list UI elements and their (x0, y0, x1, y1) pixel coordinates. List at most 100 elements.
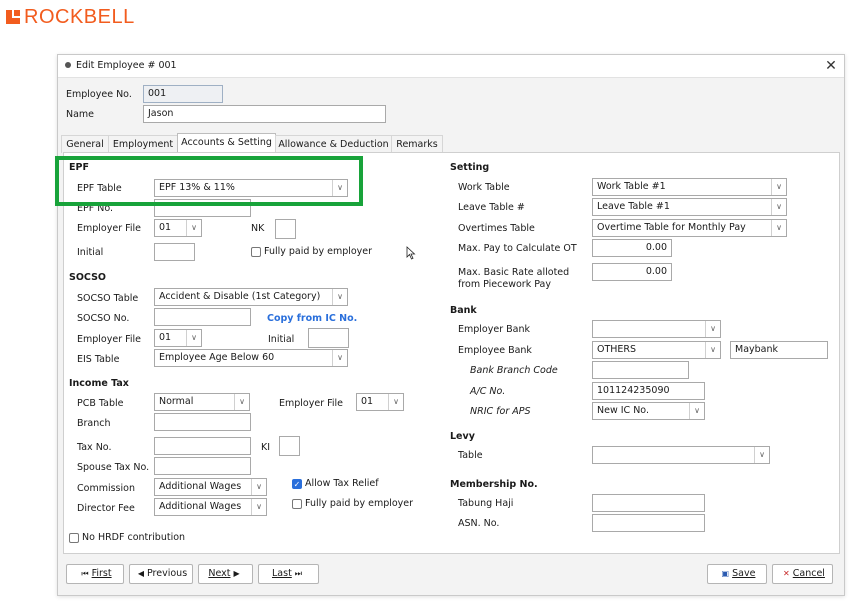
allow-tax-relief-checkbox[interactable]: ✓ (292, 479, 302, 489)
dialog-title: Edit Employee # 001 (76, 60, 177, 71)
pcb-table-label: PCB Table (77, 398, 124, 409)
employer-bank-label: Employer Bank (458, 324, 530, 335)
employee-no-field[interactable]: 001 (143, 85, 223, 103)
commission-dropdown[interactable]: Additional Wages ∨ (154, 478, 267, 496)
pcb-table-value: Normal (159, 396, 194, 407)
previous-icon: ◀ (137, 569, 144, 578)
tab-remarks[interactable]: Remarks (391, 135, 443, 153)
tax-no-field[interactable] (154, 437, 251, 455)
leave-table-dropdown[interactable]: Leave Table #1 ∨ (592, 198, 787, 216)
brand-logo-mark (6, 10, 20, 24)
chevron-down-icon: ∨ (186, 330, 201, 346)
next-button-label: Next (208, 568, 231, 579)
tax-employer-file-value: 01 (361, 396, 374, 407)
max-basic-rate-field[interactable]: 0.00 (592, 263, 672, 281)
socso-initial-field[interactable] (308, 328, 349, 348)
mouse-cursor-icon (406, 246, 416, 260)
employee-no-label: Employee No. (66, 89, 132, 100)
close-icon[interactable]: ✕ (822, 57, 840, 75)
spouse-tax-no-label: Spouse Tax No. (77, 462, 150, 473)
director-fee-dropdown[interactable]: Additional Wages ∨ (154, 498, 267, 516)
cancel-button-label: Cancel (792, 568, 825, 579)
ki-label: KI (261, 442, 271, 453)
branch-field[interactable] (154, 413, 251, 431)
overtimes-table-dropdown[interactable]: Overtime Table for Monthly Pay ∨ (592, 219, 787, 237)
nric-aps-label: NRIC for APS (470, 406, 531, 417)
name-field[interactable]: Jason (143, 105, 386, 123)
highlight-box (55, 156, 363, 206)
cancel-x-icon: ✕ (783, 569, 790, 578)
epf-employer-file-dropdown[interactable]: 01 ∨ (154, 219, 202, 237)
epf-initial-field[interactable] (154, 243, 195, 261)
epf-fully-paid-checkbox[interactable] (251, 247, 261, 257)
income-tax-heading: Income Tax (69, 378, 129, 389)
tax-employer-file-dropdown[interactable]: 01 ∨ (356, 393, 404, 411)
next-button[interactable]: Next ▶ (198, 564, 253, 584)
socso-heading: SOCSO (69, 272, 106, 283)
nric-aps-value: New IC No. (597, 405, 649, 416)
tax-fully-paid-checkbox[interactable] (292, 499, 302, 509)
tax-fully-paid-label: Fully paid by employer (305, 498, 414, 509)
floppy-disk-icon: ▣ (721, 569, 730, 578)
tab-allowance-deduction[interactable]: Allowance & Deduction (275, 135, 392, 153)
chevron-down-icon: ∨ (771, 179, 786, 195)
first-button[interactable]: ⏮ First (66, 564, 124, 584)
chevron-down-icon: ∨ (771, 199, 786, 215)
eis-table-label: EIS Table (77, 354, 120, 365)
tab-general[interactable]: General (61, 135, 109, 153)
socso-employer-file-value: 01 (159, 332, 172, 343)
epf-fully-paid-label: Fully paid by employer (264, 246, 373, 257)
epf-employer-file-value: 01 (159, 222, 172, 233)
eis-table-dropdown[interactable]: Employee Age Below 60 ∨ (154, 349, 348, 367)
commission-label: Commission (77, 483, 135, 494)
employer-bank-dropdown[interactable]: ∨ (592, 320, 721, 338)
pcb-table-dropdown[interactable]: Normal ∨ (154, 393, 250, 411)
tab-employment[interactable]: Employment (108, 135, 178, 153)
epf-initial-label: Initial (77, 247, 104, 258)
window-icon (65, 62, 71, 68)
employee-bank-dropdown[interactable]: OTHERS ∨ (592, 341, 721, 359)
levy-heading: Levy (450, 431, 475, 442)
chevron-down-icon: ∨ (705, 321, 720, 337)
membership-heading: Membership No. (450, 479, 538, 490)
bank-heading: Bank (450, 305, 477, 316)
tab-accounts-setting[interactable]: Accounts & Setting (177, 133, 276, 154)
overtimes-table-value: Overtime Table for Monthly Pay (597, 222, 746, 233)
employee-bank-value: OTHERS (597, 344, 637, 355)
ac-no-field[interactable]: 101124235090 (592, 382, 705, 400)
previous-button[interactable]: ◀ Previous (129, 564, 193, 584)
levy-table-dropdown[interactable]: ∨ (592, 446, 770, 464)
socso-employer-file-dropdown[interactable]: 01 ∨ (154, 329, 202, 347)
branch-label: Branch (77, 418, 111, 429)
ac-no-label: A/C No. (470, 386, 506, 397)
work-table-label: Work Table (458, 182, 510, 193)
save-button[interactable]: ▣ Save (707, 564, 767, 584)
leave-table-value: Leave Table #1 (597, 201, 670, 212)
employee-bank-label: Employee Bank (458, 345, 532, 356)
leave-table-label: Leave Table # (458, 202, 525, 213)
ki-field[interactable] (279, 436, 300, 456)
epf-nk-field[interactable] (275, 219, 296, 239)
no-hrdf-checkbox[interactable] (69, 533, 79, 543)
socso-table-dropdown[interactable]: Accident & Disable (1st Category) ∨ (154, 288, 348, 306)
cancel-button[interactable]: ✕ Cancel (772, 564, 833, 584)
tabung-haji-field[interactable] (592, 494, 705, 512)
employee-bank-name-field[interactable]: Maybank (730, 341, 828, 359)
asn-no-field[interactable] (592, 514, 705, 532)
work-table-dropdown[interactable]: Work Table #1 ∨ (592, 178, 787, 196)
copy-from-ic-link[interactable]: Copy from IC No. (267, 313, 357, 324)
director-fee-label: Director Fee (77, 503, 135, 514)
brand-name: ROCKBELL (24, 5, 135, 28)
levy-table-label: Table (458, 450, 483, 461)
nric-aps-dropdown[interactable]: New IC No. ∨ (592, 402, 705, 420)
bank-branch-code-field[interactable] (592, 361, 689, 379)
no-hrdf-label: No HRDF contribution (82, 532, 186, 543)
last-button[interactable]: Last ⏭ (258, 564, 319, 584)
socso-employer-file-label: Employer File (77, 334, 142, 345)
max-pay-ot-field[interactable]: 0.00 (592, 239, 672, 257)
setting-heading: Setting (450, 162, 490, 173)
chevron-down-icon: ∨ (332, 289, 347, 305)
brand-logo: ROCKBELL (6, 6, 135, 28)
spouse-tax-no-field[interactable] (154, 457, 251, 475)
socso-no-field[interactable] (154, 308, 251, 326)
